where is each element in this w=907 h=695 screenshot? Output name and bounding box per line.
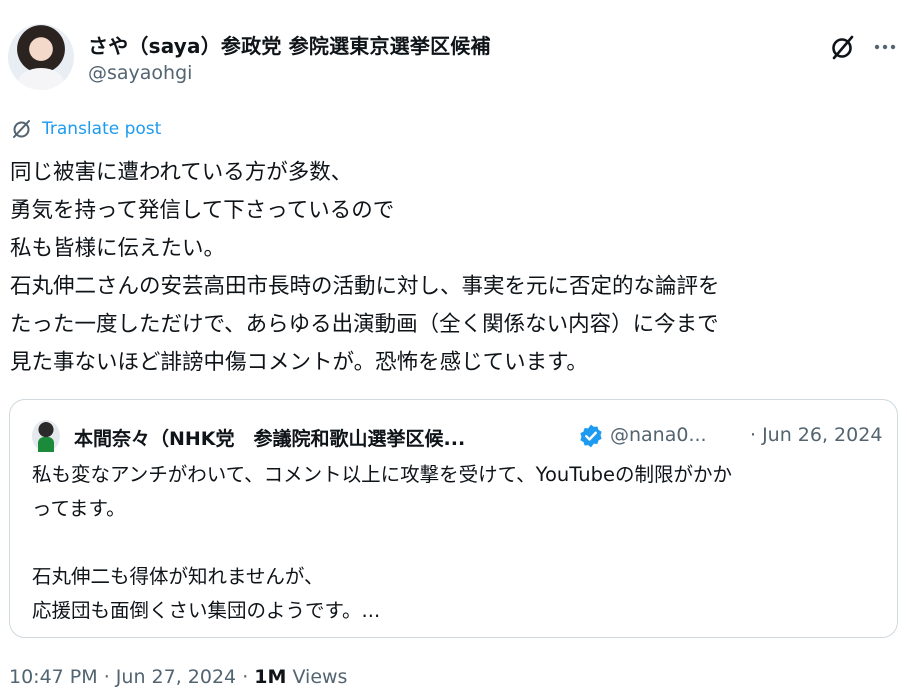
author-avatar[interactable] [8, 24, 74, 90]
post-body-line: 勇気を持って発信して下さっているので [10, 198, 395, 223]
post-body-line: 私も皆様に伝えたい。 [10, 236, 226, 261]
quoted-post[interactable]: 本間奈々（NHK党 参議院和歌山選挙区候... @nana0... · Jun … [9, 399, 898, 638]
author-name[interactable]: さや（saya）参政党 参院選東京選挙区候補 [88, 30, 491, 59]
post-time[interactable]: 10:47 PM [9, 666, 98, 688]
quoted-post-date: · Jun 26, 2024 [750, 424, 883, 446]
post-body: 同じ被害に遭われている方が多数、 勇気を持って発信して下さっているので 私も皆様… [10, 154, 900, 382]
quoted-post-text: 私も変なアンチがわいて、コメント以上に攻撃を受けて、YouTubeの制限がかか … [32, 458, 882, 628]
author-handle[interactable]: @sayaohgi [88, 62, 192, 84]
separator: · [242, 666, 249, 688]
post-body-line: 同じ被害に遭われている方が多数、 [10, 160, 353, 185]
translate-icon [13, 120, 30, 138]
translate-post-link[interactable]: Translate post [10, 116, 161, 142]
post-metadata: 10:47 PM · Jun 27, 2024 · 1M Views [9, 666, 347, 688]
post-body-line: 石丸伸二さんの安芸高田市長時の活動に対し、事実を元に否定的な論評を [10, 274, 720, 299]
quoted-author-avatar [32, 420, 60, 452]
quoted-text-line [32, 526, 882, 560]
grok-icon[interactable] [828, 32, 858, 62]
views-count: 1M [254, 666, 287, 688]
post-date[interactable]: Jun 27, 2024 [116, 666, 236, 688]
separator: · [103, 666, 110, 688]
translate-label: Translate post [42, 119, 162, 139]
more-icon[interactable] [870, 32, 900, 62]
quoted-author-name: 本間奈々（NHK党 参議院和歌山選挙区候... [74, 428, 466, 450]
quoted-text-line: 石丸伸二も得体が知れませんが、 [32, 565, 324, 588]
quoted-author-handle: @nana0... [610, 424, 707, 446]
quoted-text-line: ってます。 [32, 497, 126, 520]
quoted-post-header: 本間奈々（NHK党 参議院和歌山選挙区候... @nana0... · Jun … [32, 420, 882, 452]
quoted-text-line: 私も変なアンチがわいて、コメント以上に攻撃を受けて、YouTubeの制限がかか [32, 463, 732, 486]
verified-badge-icon [580, 424, 602, 448]
post-body-line: たった一度しただけで、あらゆる出演動画（全く関係ない内容）に今まで [10, 312, 719, 337]
post-body-line: 見た事ないほど誹謗中傷コメントが。恐怖を感じています。 [10, 350, 588, 375]
views-label: Views [292, 666, 348, 688]
quoted-text-line: 応援団も面倒くさい集団のようです。... [32, 599, 381, 622]
post-header: さや（saya）参政党 参院選東京選挙区候補 @sayaohgi [8, 24, 898, 92]
